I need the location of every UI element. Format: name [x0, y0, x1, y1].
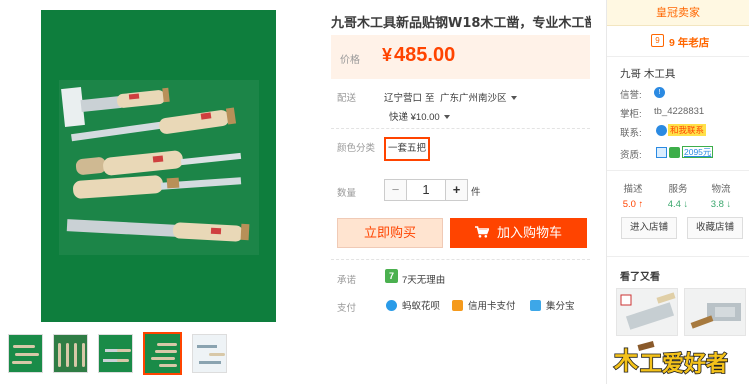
certificate-icon[interactable]	[656, 146, 667, 158]
enter-shop-button[interactable]: 进入店铺	[621, 217, 677, 239]
divider	[607, 256, 749, 257]
chisel-set-illustration	[59, 80, 259, 255]
payment-credit-card[interactable]: 信用卡支付	[452, 298, 516, 312]
quantity-input[interactable]: 1	[406, 180, 446, 200]
thumbnail-1[interactable]	[8, 334, 43, 373]
score-logistics: 物流 3.8 ↓	[701, 181, 741, 210]
shop-rank-header: 皇冠卖家	[607, 0, 749, 26]
sku-option-selected[interactable]: 一套五把	[384, 137, 430, 161]
quantity-unit: 件	[471, 187, 481, 198]
deposit-amount[interactable]: 2095元	[682, 146, 714, 158]
price-amount: 485.00	[394, 44, 456, 66]
divider	[607, 170, 749, 171]
credit-card-icon	[452, 299, 463, 311]
sku-label: 颜色分类	[337, 143, 376, 154]
thumbnail-2[interactable]	[53, 334, 88, 373]
thumbnail-3[interactable]	[98, 334, 133, 373]
add-to-cart-label: 加入购物车	[496, 225, 562, 240]
main-product-photo[interactable]	[41, 10, 276, 322]
promise-text[interactable]: 7天无理由	[402, 272, 445, 286]
score-label: 物流	[711, 184, 731, 195]
score-service: 服务 4.4 ↓	[658, 181, 698, 210]
shop-panel: 皇冠卖家 9 9 年老店 九哥 木工具 信誉: ! 掌柜: tb_4228831…	[606, 0, 749, 384]
chevron-down-icon	[510, 96, 517, 101]
price-label: 价格	[340, 55, 360, 66]
favorite-shop-button[interactable]: 收藏店铺	[687, 217, 743, 239]
recommended-item-2[interactable]	[684, 288, 746, 336]
payment-jifenbao-label: 集分宝	[546, 301, 575, 312]
huabei-icon	[386, 299, 397, 311]
shipping-destination-select[interactable]: 广东广州南沙区	[440, 90, 517, 104]
buy-now-button[interactable]: 立即购买	[337, 218, 443, 248]
store-age-icon: 9	[651, 34, 664, 47]
contact-button[interactable]: 和我联系	[656, 124, 707, 136]
recommended-item-1[interactable]	[616, 288, 678, 336]
price-symbol: ¥	[382, 45, 393, 65]
shipping-from: 辽宁营口	[384, 93, 423, 104]
store-age: 9 年老店	[669, 37, 710, 49]
recommended-item-image	[620, 292, 676, 330]
payment-label: 支付	[337, 303, 357, 314]
payment-huabei-label: 蚂蚁花呗	[402, 301, 441, 312]
arrow-down-icon: ↓	[683, 199, 689, 210]
recommended-item-image	[690, 303, 741, 329]
watermark-logo: 木 工爱好者	[612, 341, 729, 378]
chevron-down-icon	[443, 115, 450, 120]
payment-credit-card-label: 信用卡支付	[468, 301, 516, 312]
divider	[331, 128, 590, 129]
qualification-badges: 2095元	[656, 146, 714, 158]
product-title: 九哥木工具新品贴钢W18木工凿，专业木工凿	[331, 16, 591, 31]
qualification-label: 资质:	[620, 150, 642, 161]
promise-label: 承诺	[337, 275, 357, 286]
divider	[331, 259, 590, 260]
shipping-method-select[interactable]: 快递 ¥10.00	[389, 109, 450, 123]
add-to-cart-button[interactable]: 加入购物车	[450, 218, 587, 248]
credit-label: 信誉:	[620, 90, 642, 101]
contact-text: 和我联系	[668, 124, 707, 136]
score-value: 5.0 ↑	[622, 199, 644, 210]
shop-name[interactable]: 九哥 木工具	[620, 66, 675, 81]
svg-text:工爱好者: 工爱好者	[640, 351, 728, 377]
promise-icon: 7	[385, 269, 398, 283]
credit-icon[interactable]: !	[654, 87, 665, 98]
svg-text:木: 木	[613, 347, 639, 375]
shipping-destination: 广东广州南沙区	[440, 93, 507, 104]
thumbnail-5[interactable]	[192, 334, 227, 373]
thumbnail-strip	[8, 332, 227, 375]
contact-label: 联系:	[620, 128, 642, 139]
price-box: 价格 ¥485.00	[331, 35, 590, 79]
arrow-up-icon: ↑	[638, 199, 644, 210]
score-description: 描述 5.0 ↑	[613, 181, 653, 210]
quantity-increase-button[interactable]: +	[446, 180, 467, 200]
score-label: 服务	[668, 184, 688, 195]
wangwang-icon	[656, 124, 667, 136]
shipping-method: 快递 ¥10.00	[389, 112, 440, 123]
arrow-down-icon: ↓	[726, 199, 732, 210]
keeper-label: 掌柜:	[620, 109, 642, 120]
seen-again-title: 看了又看	[620, 272, 660, 283]
price-value: ¥485.00	[382, 44, 455, 67]
quantity-label: 数量	[337, 188, 357, 199]
score-value: 3.8 ↓	[710, 199, 732, 210]
thumbnail-4[interactable]	[143, 332, 182, 375]
cart-icon	[474, 226, 489, 238]
shipping-to-word: 至	[425, 93, 435, 104]
jifenbao-icon	[530, 299, 541, 311]
payment-huabei[interactable]: 蚂蚁花呗	[386, 298, 440, 312]
score-value: 4.4 ↓	[667, 199, 689, 210]
payment-jifenbao[interactable]: 集分宝	[530, 298, 575, 312]
divider	[607, 56, 749, 57]
quantity-decrease-button[interactable]: −	[385, 180, 406, 200]
score-label: 描述	[623, 184, 643, 195]
keeper-name[interactable]: tb_4228831	[654, 106, 704, 117]
quantity-stepper: − 1 +	[384, 179, 468, 201]
shipping-label: 配送	[337, 93, 357, 104]
deposit-icon[interactable]	[669, 146, 680, 158]
